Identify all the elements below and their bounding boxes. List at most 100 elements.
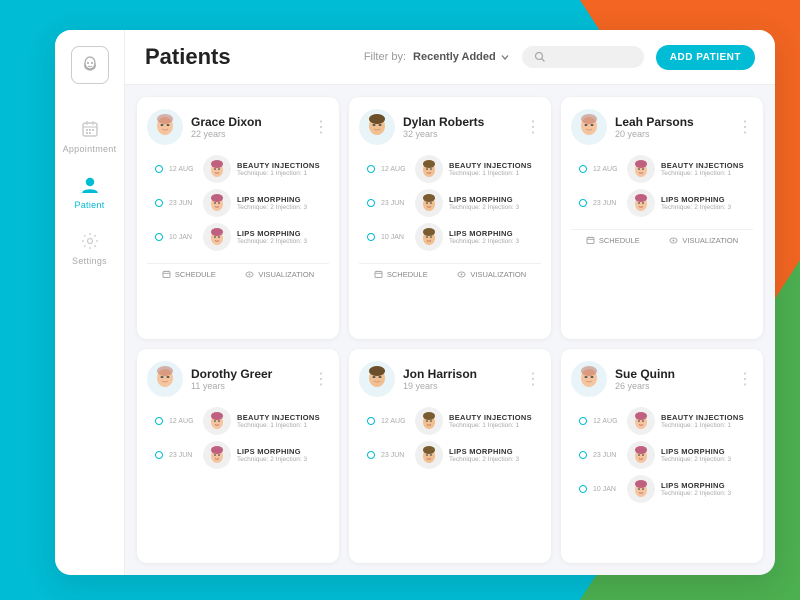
sidebar-item-appointment[interactable]: Appointment — [55, 108, 124, 164]
card-actions: SCHEDULE VISUALIZATION — [359, 263, 541, 279]
treatment-date: 23 JUN — [381, 200, 409, 207]
action-visualization[interactable]: VISUALIZATION — [245, 270, 314, 279]
card-header: Leah Parsons 20 years ⋮ — [571, 109, 753, 145]
treatment-face — [415, 155, 443, 183]
treatment-face — [415, 407, 443, 435]
treatment-face — [627, 475, 655, 503]
patient-card-leah-parsons: Leah Parsons 20 years ⋮ 12 AUG BEAUTY IN… — [561, 97, 763, 339]
sidebar-appointment-label: Appointment — [63, 144, 117, 154]
treatment-face — [627, 441, 655, 469]
chevron-down-icon — [500, 52, 510, 62]
treatment-detail: Technique: 2 Injection: 3 — [449, 204, 541, 211]
treatment-face — [415, 441, 443, 469]
patient-card-jon-harrison: Jon Harrison 19 years ⋮ 12 AUG BEAUTY IN… — [349, 349, 551, 563]
timeline-dot — [155, 451, 163, 459]
card-menu-button[interactable]: ⋮ — [737, 369, 753, 389]
card-header: Dylan Roberts 32 years ⋮ — [359, 109, 541, 145]
timeline-item: 12 AUG BEAUTY INJECTIONS Technique: 1 In… — [155, 407, 329, 435]
sidebar: Appointment Patient Settings — [55, 30, 125, 575]
timeline-dot — [579, 485, 587, 493]
treatment-detail: Technique: 2 Injection: 3 — [449, 238, 541, 245]
content-area: Patients Filter by: Recently Added ADD P… — [125, 30, 775, 575]
treatment-timeline: 12 AUG BEAUTY INJECTIONS Technique: 1 In… — [147, 155, 329, 251]
timeline-dot — [367, 417, 375, 425]
action-visualization[interactable]: VISUALIZATION — [669, 236, 738, 245]
treatment-detail: Technique: 1 Injection: 1 — [661, 422, 753, 429]
card-menu-button[interactable]: ⋮ — [525, 369, 541, 389]
timeline-dot — [155, 417, 163, 425]
treatment-detail: Technique: 1 Injection: 1 — [237, 170, 329, 177]
timeline-dot — [155, 165, 163, 173]
timeline-item: 10 JAN LIPS MORPHING Technique: 2 Inject… — [579, 475, 753, 503]
treatment-name: LIPS MORPHING — [237, 229, 329, 238]
treatment-detail: Technique: 1 Injection: 1 — [449, 170, 541, 177]
card-header: Sue Quinn 26 years ⋮ — [571, 361, 753, 397]
patient-card-sue-quinn: Sue Quinn 26 years ⋮ 12 AUG BEAUTY INJEC… — [561, 349, 763, 563]
timeline-item: 12 AUG BEAUTY INJECTIONS Technique: 1 In… — [367, 407, 541, 435]
timeline-dot — [367, 451, 375, 459]
action-schedule[interactable]: SCHEDULE — [162, 270, 216, 279]
timeline-dot — [155, 233, 163, 241]
timeline-item: 23 JUN LIPS MORPHING Technique: 2 Inject… — [155, 189, 329, 217]
timeline-dot — [579, 165, 587, 173]
patient-card-grace-dixon: Grace Dixon 22 years ⋮ 12 AUG BEAUTY INJ… — [137, 97, 339, 339]
card-menu-button[interactable]: ⋮ — [313, 369, 329, 389]
action-visualization[interactable]: VISUALIZATION — [457, 270, 526, 279]
timeline-item: 12 AUG BEAUTY INJECTIONS Technique: 1 In… — [579, 155, 753, 183]
card-header: Grace Dixon 22 years ⋮ — [147, 109, 329, 145]
treatment-detail: Technique: 1 Injection: 1 — [237, 422, 329, 429]
treatment-date: 10 JAN — [593, 486, 621, 493]
search-box[interactable] — [522, 46, 644, 68]
filter-value: Recently Added — [413, 51, 496, 63]
card-actions: SCHEDULE VISUALIZATION — [147, 263, 329, 279]
patient-avatar — [147, 361, 183, 397]
search-input[interactable] — [552, 51, 632, 63]
treatment-date: 12 AUG — [381, 418, 409, 425]
patient-name: Dorothy Greer — [191, 367, 272, 381]
card-menu-button[interactable]: ⋮ — [525, 117, 541, 137]
header: Patients Filter by: Recently Added ADD P… — [125, 30, 775, 85]
treatment-name: BEAUTY INJECTIONS — [237, 161, 329, 170]
sidebar-item-patient[interactable]: Patient — [55, 164, 124, 220]
treatment-date: 12 AUG — [169, 418, 197, 425]
treatment-name: LIPS MORPHING — [661, 447, 753, 456]
treatment-face — [627, 407, 655, 435]
treatment-timeline: 12 AUG BEAUTY INJECTIONS Technique: 1 In… — [571, 407, 753, 503]
treatment-date: 23 JUN — [169, 200, 197, 207]
patient-name: Grace Dixon — [191, 115, 262, 129]
patient-name: Jon Harrison — [403, 367, 477, 381]
patient-avatar — [359, 109, 395, 145]
timeline-item: 12 AUG BEAUTY INJECTIONS Technique: 1 In… — [367, 155, 541, 183]
treatment-face — [203, 223, 231, 251]
settings-icon — [79, 230, 101, 252]
treatment-date: 10 JAN — [381, 234, 409, 241]
treatment-name: BEAUTY INJECTIONS — [449, 161, 541, 170]
treatment-detail: Technique: 1 Injection: 1 — [661, 170, 753, 177]
timeline-dot — [155, 199, 163, 207]
sidebar-item-settings[interactable]: Settings — [55, 220, 124, 276]
sidebar-logo — [71, 46, 109, 84]
treatment-name: BEAUTY INJECTIONS — [237, 413, 329, 422]
page-title: Patients — [145, 44, 352, 70]
treatment-detail: Technique: 2 Injection: 3 — [661, 490, 753, 497]
timeline-dot — [579, 451, 587, 459]
filter-dropdown[interactable]: Filter by: Recently Added — [364, 51, 510, 63]
card-menu-button[interactable]: ⋮ — [313, 117, 329, 137]
treatment-detail: Technique: 2 Injection: 3 — [661, 204, 753, 211]
card-menu-button[interactable]: ⋮ — [737, 117, 753, 137]
treatment-timeline: 12 AUG BEAUTY INJECTIONS Technique: 1 In… — [147, 407, 329, 469]
treatment-name: LIPS MORPHING — [449, 447, 541, 456]
action-schedule[interactable]: SCHEDULE — [586, 236, 640, 245]
treatment-face — [203, 407, 231, 435]
timeline-dot — [579, 417, 587, 425]
patient-age: 20 years — [615, 129, 694, 139]
patient-age: 26 years — [615, 381, 675, 391]
card-actions: SCHEDULE VISUALIZATION — [571, 229, 753, 245]
treatment-timeline: 12 AUG BEAUTY INJECTIONS Technique: 1 In… — [571, 155, 753, 217]
timeline-dot — [367, 233, 375, 241]
add-patient-button[interactable]: ADD PATIENT — [656, 45, 755, 70]
patient-name: Leah Parsons — [615, 115, 694, 129]
timeline-dot — [367, 199, 375, 207]
action-schedule[interactable]: SCHEDULE — [374, 270, 428, 279]
treatment-date: 12 AUG — [593, 418, 621, 425]
